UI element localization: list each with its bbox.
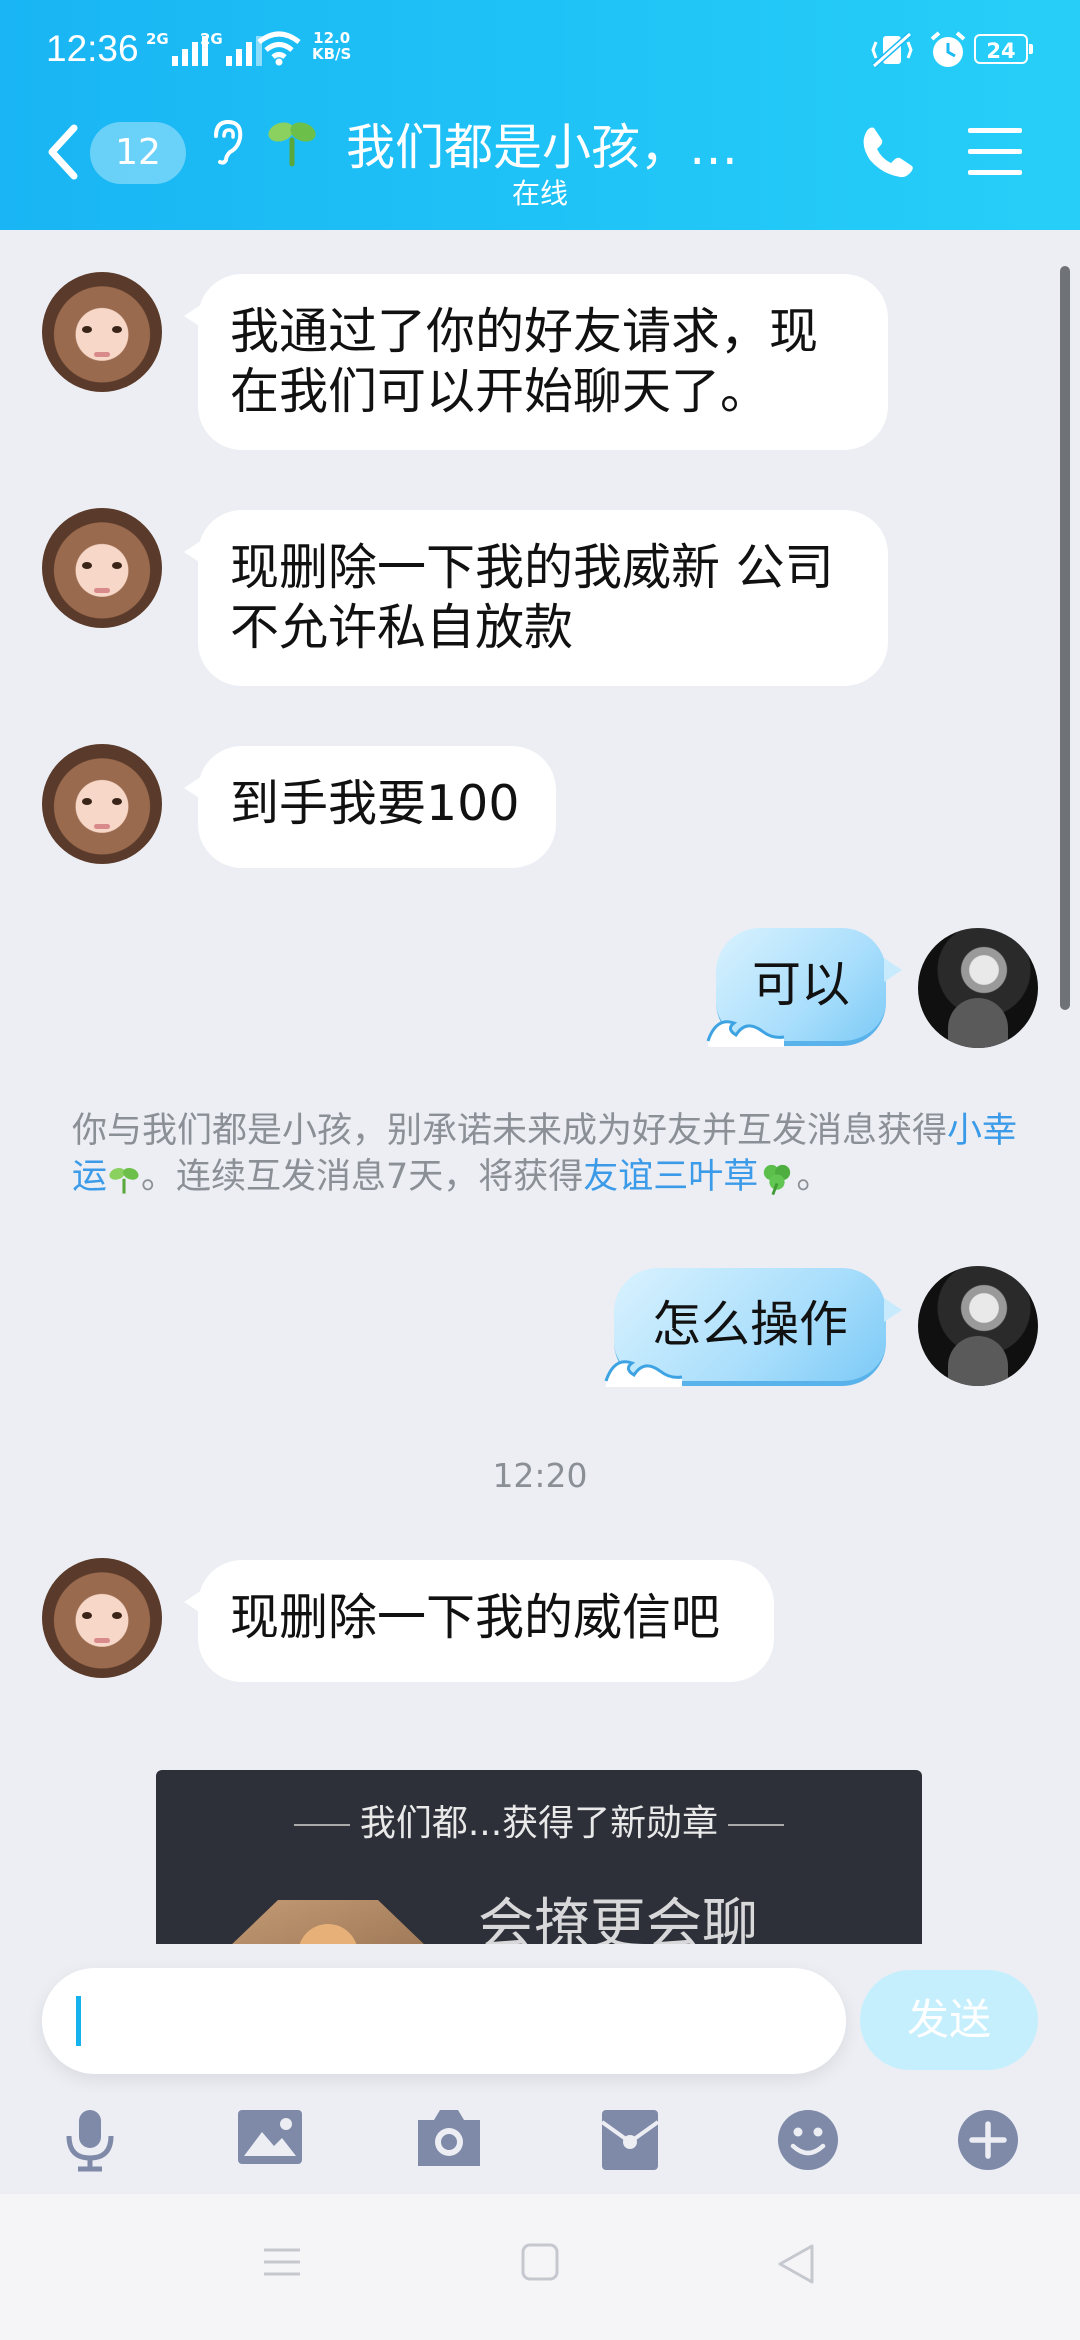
chat-title[interactable]: 我们都是小孩，…	[346, 108, 738, 179]
camera-icon[interactable]	[414, 2108, 484, 2168]
network-speed: 12.0 KB/S	[312, 29, 352, 63]
wifi-icon	[257, 31, 301, 66]
phone-icon[interactable]	[860, 124, 916, 180]
alarm-icon	[930, 31, 966, 67]
medal-title: 会撩更会聊	[478, 1893, 758, 1944]
contact-avatar[interactable]	[42, 508, 162, 628]
input-area: 发送	[0, 1944, 1080, 2194]
plus-icon[interactable]	[956, 2108, 1020, 2172]
text-cursor	[76, 1996, 81, 2046]
contact-avatar[interactable]	[42, 272, 162, 392]
earpiece-mode-icon[interactable]	[208, 118, 248, 166]
wave-decoration-icon	[706, 1020, 785, 1047]
online-status: 在线	[511, 177, 568, 210]
image-icon[interactable]	[236, 2108, 304, 2166]
my-avatar[interactable]	[918, 928, 1038, 1048]
message-bubble-outgoing[interactable]: 怎么操作	[604, 1268, 902, 1387]
recent-apps-icon[interactable]	[262, 2242, 302, 2282]
battery-indicator: 24	[974, 34, 1033, 64]
friendship-notice: 你与我们都是小孩，别承诺未来成为好友并互发消息获得小幸运 。连续互发消息7天，将获…	[72, 1111, 1018, 1197]
vibrate-icon	[871, 31, 913, 69]
clover-link[interactable]: 友谊三叶草	[583, 1157, 758, 1197]
medal-badge-icon	[228, 1900, 428, 1944]
message-bubble-incoming[interactable]: 我通过了你的好友请求，现在我们可以开始聊天了。	[184, 274, 888, 450]
emoji-icon[interactable]	[776, 2108, 840, 2172]
chat-header: 12:36 2G 2G 12.0 KB/S 24 12 我们都是小孩，… 在线	[0, 0, 1080, 230]
medal-header-text: 我们都...获得了新勋章	[359, 1803, 719, 1844]
message-bubble-incoming[interactable]: 到手我要100	[184, 746, 556, 868]
menu-icon[interactable]	[968, 128, 1022, 176]
message-timestamp: 12:20	[492, 1456, 588, 1495]
home-icon[interactable]	[520, 2242, 560, 2282]
status-time: 12:36	[46, 28, 139, 69]
clover-icon	[764, 1164, 791, 1196]
mic-icon[interactable]	[60, 2108, 120, 2172]
message-input[interactable]	[42, 1968, 846, 2074]
system-nav-bar	[0, 2194, 1080, 2340]
lucky-sprout-icon	[109, 1167, 139, 1194]
send-button[interactable]: 发送	[860, 1970, 1038, 2070]
lucky-sprout-icon[interactable]	[266, 116, 318, 168]
wave-decoration-icon	[604, 1360, 683, 1387]
message-list[interactable]: 我通过了你的好友请求，现在我们可以开始聊天了。 现删除一下我的我威新 公司不允许…	[0, 230, 1080, 1944]
my-avatar[interactable]	[918, 1266, 1038, 1386]
scrollbar[interactable]	[1060, 266, 1070, 1010]
new-medal-card[interactable]: 我们都...获得了新勋章 会撩更会聊	[156, 1770, 922, 1944]
back-nav-icon[interactable]	[776, 2242, 816, 2286]
message-bubble-incoming[interactable]: 现删除一下我的我威新 公司不允许私自放款	[184, 510, 888, 686]
message-bubble-outgoing[interactable]: 可以	[706, 928, 902, 1047]
red-packet-icon[interactable]	[600, 2108, 660, 2172]
message-bubble-incoming[interactable]: 现删除一下我的威信吧	[184, 1560, 774, 1682]
contact-avatar[interactable]	[42, 744, 162, 864]
contact-avatar[interactable]	[42, 1558, 162, 1678]
status-bar: 12:36 2G 2G 12.0 KB/S 24	[0, 0, 1080, 100]
